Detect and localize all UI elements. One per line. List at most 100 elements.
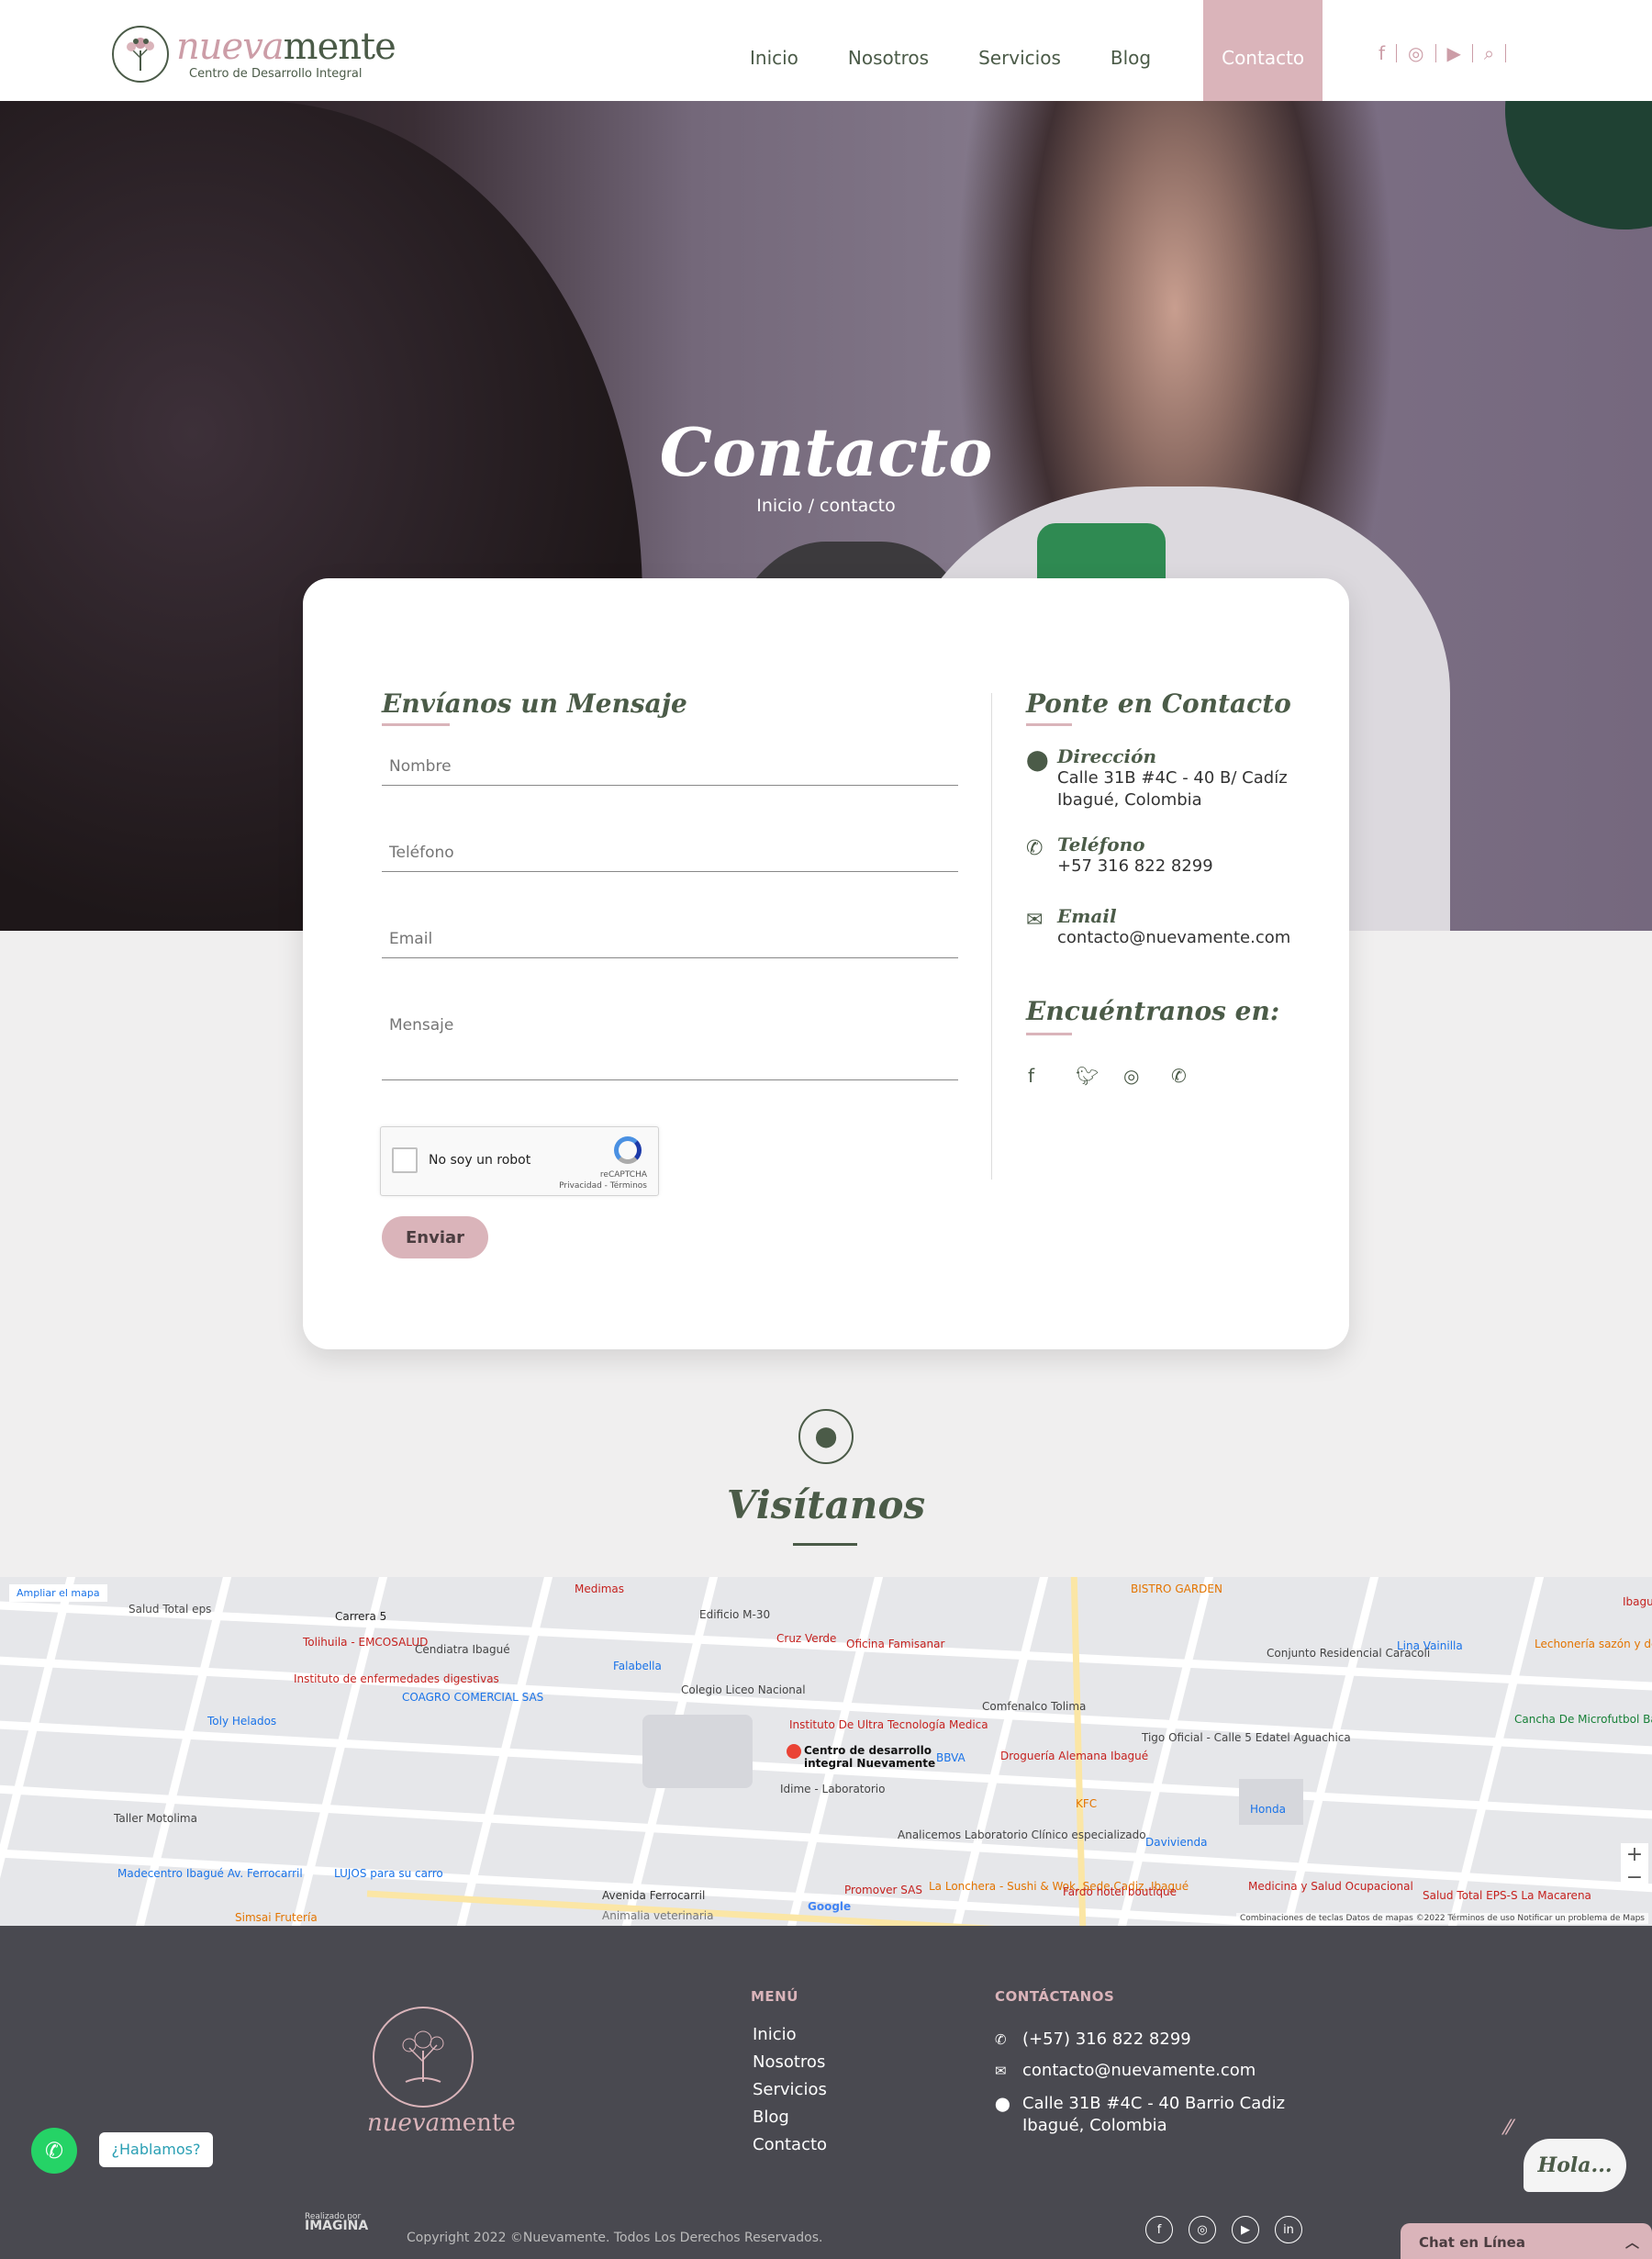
recaptcha-label: No soy un robot	[429, 1153, 531, 1168]
email-value[interactable]: contacto@nuevamente.com	[1057, 927, 1290, 949]
footer-link-contacto[interactable]: Contacto	[753, 2131, 827, 2159]
facebook-icon[interactable]: f	[1145, 2216, 1173, 2243]
phone-label: Teléfono	[1057, 833, 1145, 856]
recaptcha-links[interactable]: Privacidad - Términos	[559, 1181, 647, 1191]
envelope-icon: ✉	[1026, 909, 1044, 932]
map-label: Instituto De Ultra Tecnología Medica	[789, 1718, 988, 1731]
email-info: ✉ Email contacto@nuevamente.com	[1026, 905, 1290, 949]
location-pin-icon: ⬤	[798, 1409, 854, 1464]
logo-tagline: Centro de Desarrollo Integral	[189, 66, 363, 81]
visit-title: Visítanos	[726, 1482, 926, 1527]
name-input[interactable]	[382, 748, 958, 785]
site-footer: nuevamente MENÚ Inicio Nosotros Servicio…	[0, 1926, 1652, 2259]
zoom-out-button[interactable]: −	[1621, 1866, 1648, 1889]
map-label: Comfenalco Tolima	[982, 1700, 1087, 1713]
contact-info-title: Ponte en Contacto	[1026, 688, 1291, 719]
search-icon[interactable]: ⌕	[1473, 44, 1507, 62]
logo-wordmark: nuevamente	[176, 25, 396, 68]
phone-value[interactable]: +57 316 822 8299	[1057, 856, 1213, 878]
map-label: Salud Total EPS-S La Macarena	[1423, 1889, 1591, 1902]
find-us-underline	[1026, 1033, 1072, 1035]
facebook-icon[interactable]: f	[1367, 44, 1398, 62]
footer-email: ✉ contacto@nuevamente.com	[995, 2061, 1256, 2080]
email-label: Email	[1057, 905, 1117, 927]
facebook-icon[interactable]: f	[1028, 1065, 1076, 1087]
instagram-icon[interactable]: ◎	[1123, 1065, 1171, 1087]
map-label: Edificio M-30	[699, 1608, 771, 1621]
footer-phone: ✆ (+57) 316 822 8299	[995, 2030, 1191, 2049]
main-nav: Inicio Nosotros Servicios Blog Contacto	[731, 0, 1334, 101]
tree-logo-icon	[112, 26, 169, 83]
youtube-icon[interactable]: ▶	[1232, 2216, 1259, 2243]
map-label: Fardo hotel boutique	[1063, 1885, 1178, 1898]
nav-nosotros[interactable]: Nosotros	[829, 0, 948, 101]
email-input[interactable]	[382, 921, 958, 957]
youtube-icon[interactable]: ▶	[1436, 44, 1473, 62]
footer-contact-title: CONTÁCTANOS	[995, 1988, 1115, 2005]
contact-info-underline	[1026, 723, 1072, 726]
instagram-icon[interactable]: ◎	[1397, 44, 1436, 62]
page-title: Contacto	[659, 413, 993, 491]
phone-field-wrap	[382, 834, 958, 872]
message-textarea[interactable]	[382, 1007, 958, 1062]
chat-greeting-bubble[interactable]: Hola...	[1524, 2139, 1626, 2192]
zoom-in-button[interactable]: +	[1621, 1843, 1648, 1866]
linkedin-icon[interactable]: in	[1275, 2216, 1302, 2243]
map-label: Toly Helados	[207, 1715, 277, 1728]
map-place-marker[interactable]: Centro de desarrollo integral Nuevamente	[804, 1744, 935, 1770]
phone-input[interactable]	[382, 834, 958, 871]
email-field-wrap	[382, 921, 958, 958]
breadcrumb: Inicio / contacto	[756, 496, 896, 516]
map-label: Cendiatra Ibagué	[415, 1643, 510, 1656]
map-zoom-controls: + −	[1621, 1843, 1648, 1889]
live-chat-bar[interactable]: Chat en Línea ︿	[1401, 2223, 1652, 2259]
instagram-icon[interactable]: ◎	[1189, 2216, 1216, 2243]
map-label: Honda	[1250, 1803, 1286, 1816]
google-map[interactable]: Ampliar el mapa Salud Total eps Carrera …	[0, 1577, 1652, 1926]
recaptcha-logo-icon	[614, 1136, 642, 1164]
map-attribution[interactable]: Combinaciones de teclas Datos de mapas ©…	[1236, 1913, 1648, 1924]
recaptcha-checkbox[interactable]	[392, 1147, 418, 1173]
map-label: Avenida Ferrocarril	[602, 1889, 706, 1902]
footer-menu-title: MENÚ	[751, 1988, 798, 2005]
visit-title-underline	[793, 1543, 857, 1546]
footer-link-nosotros[interactable]: Nosotros	[753, 2049, 827, 2076]
map-label: Droguería Alemana Ibagué	[1000, 1750, 1149, 1762]
whatsapp-icon[interactable]: ✆	[1171, 1065, 1219, 1087]
twitter-icon[interactable]: 🐦︎	[1076, 1065, 1123, 1087]
google-logo: Google	[808, 1900, 852, 1913]
footer-link-servicios[interactable]: Servicios	[753, 2076, 827, 2104]
footer-social: f ◎ ▶ in	[1145, 2216, 1318, 2243]
map-label: COAGRO COMERCIAL SAS	[402, 1691, 544, 1704]
map-label: Instituto de enfermedades digestivas	[294, 1672, 499, 1685]
map-pin-icon: ⬤	[995, 2096, 1010, 2112]
footer-link-inicio[interactable]: Inicio	[753, 2021, 827, 2049]
name-field-wrap	[382, 748, 958, 786]
nav-inicio[interactable]: Inicio	[731, 0, 818, 101]
contact-card: Envíanos un Mensaje No soy un robot reCA…	[303, 578, 1349, 1349]
nav-contacto[interactable]: Contacto	[1203, 0, 1323, 101]
credit-logo[interactable]: Realizado por IMAGINA	[305, 2212, 368, 2232]
map-label: Animalia veterinaria	[602, 1909, 714, 1922]
whatsapp-float-icon[interactable]: ✆	[31, 2128, 77, 2174]
whatsapp-bubble[interactable]: ¿Hablamos?	[99, 2132, 213, 2167]
map-label: Cancha De Microfutbol Barrio Calarcá	[1514, 1713, 1652, 1726]
send-button[interactable]: Enviar	[382, 1216, 488, 1258]
phone-icon: ✆	[995, 2031, 1007, 2048]
nav-servicios[interactable]: Servicios	[959, 0, 1080, 101]
map-label: Lechonería sazón y de Bufalo	[1535, 1638, 1652, 1650]
header-social: f ◎ ▶ ⌕	[1367, 44, 1507, 62]
map-label: Medicina y Salud Ocupacional	[1248, 1880, 1413, 1893]
map-label: Tigo Oficial - Calle 5 Edatel Aguachica	[1142, 1731, 1351, 1744]
map-label: Colegio Liceo Nacional	[681, 1683, 806, 1696]
expand-map-link[interactable]: Ampliar el mapa	[9, 1584, 107, 1602]
find-us-title: Encuéntranos en:	[1026, 996, 1280, 1026]
nav-blog[interactable]: Blog	[1091, 0, 1170, 101]
map-label: Davivienda	[1145, 1836, 1208, 1849]
site-logo[interactable]: nuevamente Centro de Desarrollo Integral	[112, 26, 396, 83]
footer-link-blog[interactable]: Blog	[753, 2104, 827, 2131]
map-label: Falabella	[613, 1660, 662, 1672]
map-label: Idime - Laboratorio	[780, 1783, 886, 1795]
form-title-underline	[382, 723, 450, 726]
map-label: BISTRO GARDEN	[1131, 1582, 1222, 1595]
